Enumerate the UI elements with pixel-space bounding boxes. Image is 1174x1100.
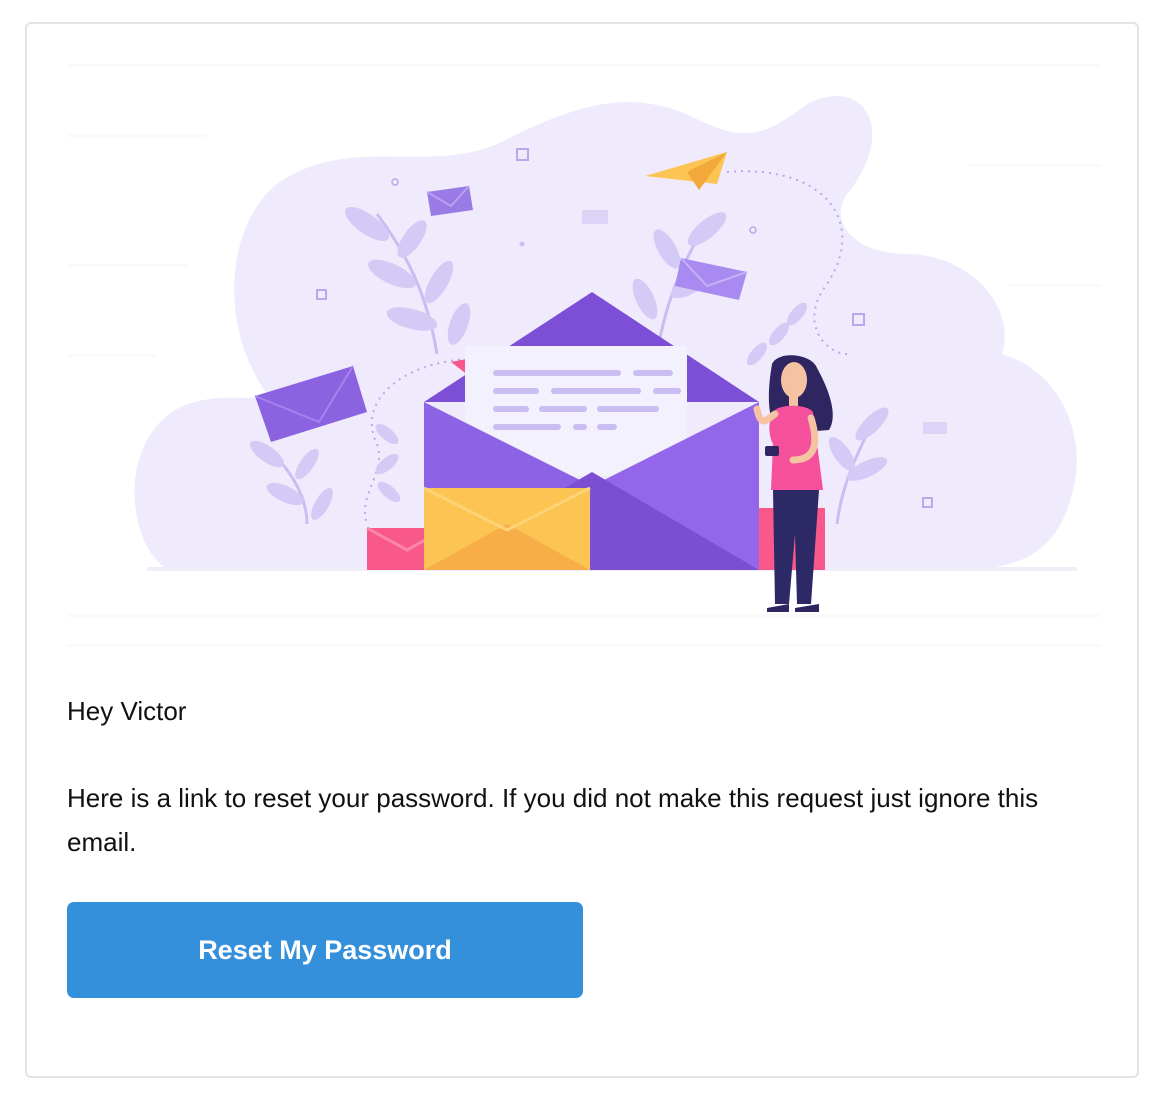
envelope-icon xyxy=(423,486,591,570)
hero-illustration xyxy=(67,24,1101,674)
email-card: Hey Victor Here is a link to reset your … xyxy=(25,22,1139,1078)
reset-password-button[interactable]: Reset My Password xyxy=(67,902,583,998)
message-text: Here is a link to reset your password. I… xyxy=(67,783,1039,857)
greeting-text: Hey Victor xyxy=(67,696,187,726)
